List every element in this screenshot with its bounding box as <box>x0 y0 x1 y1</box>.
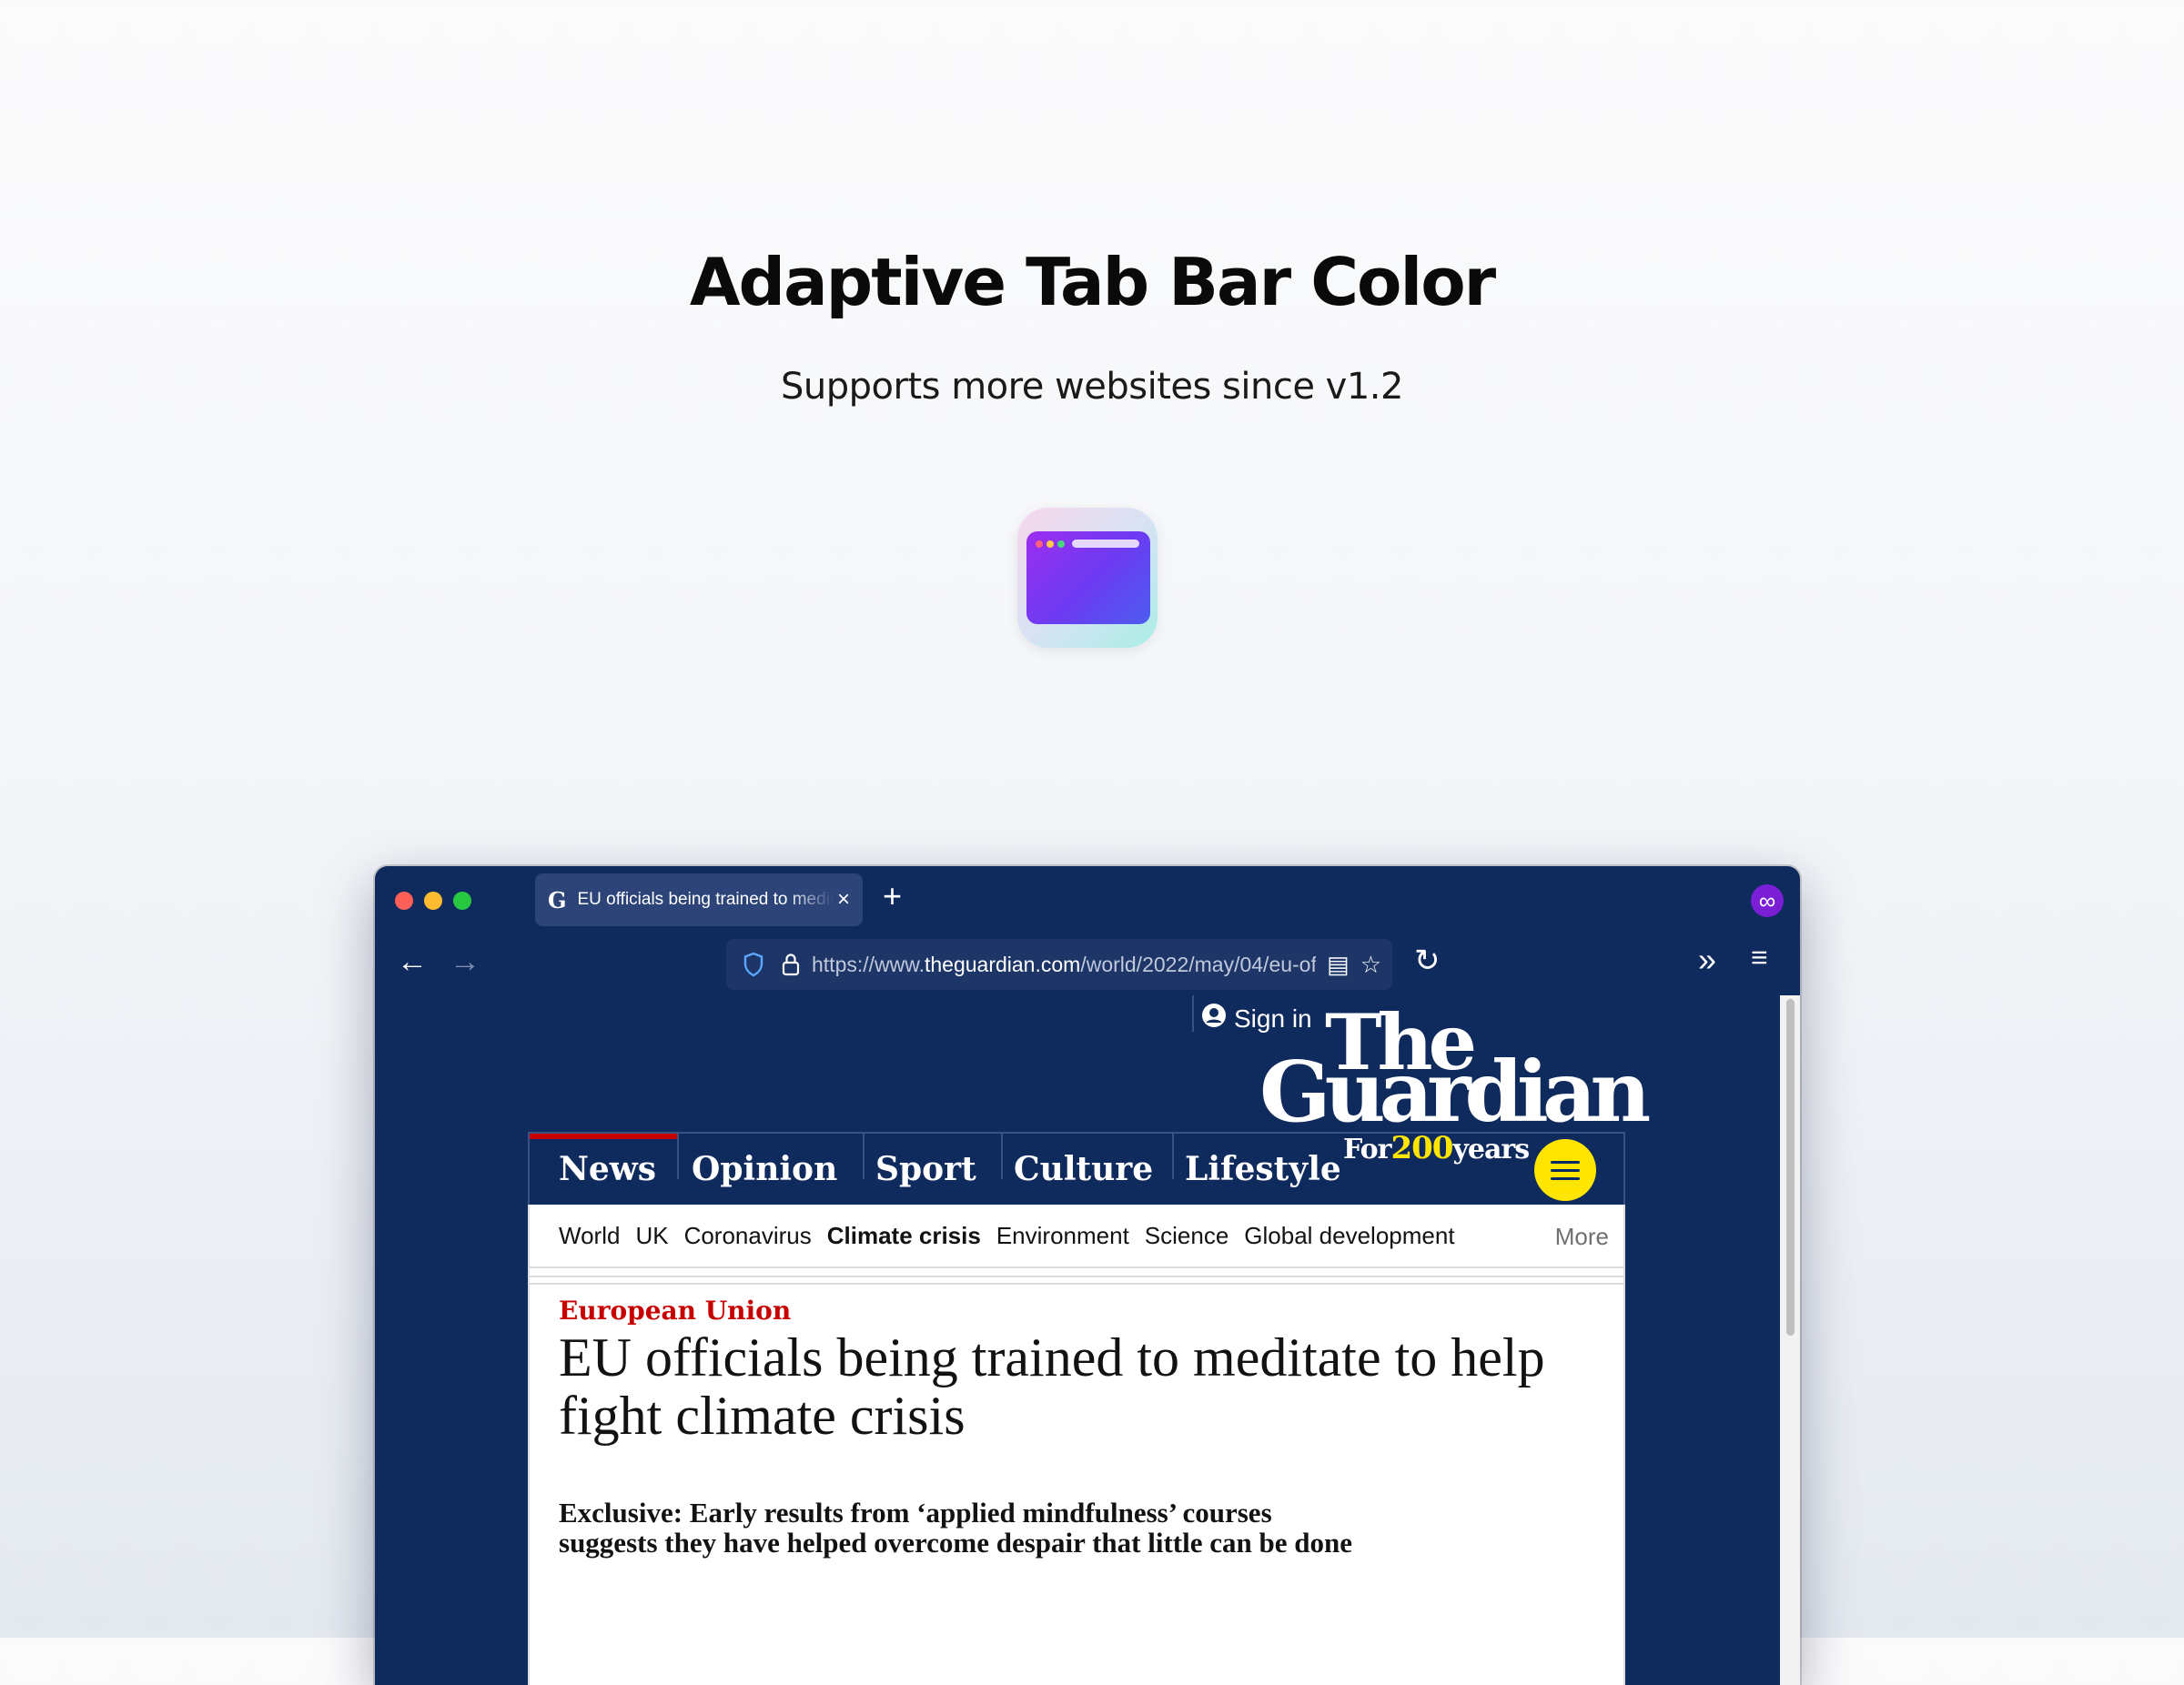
nav-opinion[interactable]: Opinion <box>692 1134 837 1205</box>
new-tab-button[interactable]: + <box>883 877 902 915</box>
subnav-climate-crisis[interactable]: Climate crisis <box>827 1222 981 1250</box>
nav-lifestyle[interactable]: Lifestyle <box>1185 1134 1341 1205</box>
close-window-button[interactable] <box>395 892 413 910</box>
nav-separator <box>677 1134 679 1179</box>
subnav-more[interactable]: More <box>1555 1223 1609 1251</box>
subnav-science[interactable]: Science <box>1145 1222 1229 1250</box>
nav-separator <box>1001 1134 1003 1179</box>
sub-nav: World UK Coronavirus Climate crisis Envi… <box>530 1205 1623 1268</box>
subnav-environment[interactable]: Environment <box>996 1222 1129 1250</box>
guardian-favicon-icon: G <box>548 886 567 913</box>
close-tab-icon[interactable]: × <box>837 887 850 913</box>
lock-icon[interactable] <box>781 952 801 977</box>
forward-button[interactable]: → <box>450 944 480 980</box>
pillar-nav: News Opinion Sport Culture Lifestyle <box>528 1132 1625 1205</box>
url-path: /world/2022/may/04/eu-officials-trained-… <box>1080 952 1317 976</box>
app-icon-dot-red <box>1036 540 1043 548</box>
guardian-menu-button[interactable] <box>1534 1139 1596 1201</box>
user-icon <box>1201 1003 1227 1034</box>
url-prefix: https://www. <box>812 952 925 976</box>
divider <box>530 1276 1623 1277</box>
article-content: World UK Coronavirus Climate crisis Envi… <box>528 1205 1625 1685</box>
nav-separator <box>1172 1134 1174 1179</box>
minimize-window-button[interactable] <box>424 892 442 910</box>
scrollbar-thumb[interactable] <box>1786 999 1795 1336</box>
promo-subtitle: Supports more websites since v1.2 <box>781 366 1403 408</box>
promo-title: Adaptive Tab Bar Color <box>689 244 1496 320</box>
burger-line <box>1551 1176 1580 1180</box>
article-kicker[interactable]: European Union <box>559 1296 791 1326</box>
nav-sport[interactable]: Sport <box>875 1134 976 1205</box>
url-domain: theguardian.com <box>924 952 1081 976</box>
zoom-window-button[interactable] <box>453 892 471 910</box>
app-icon-address-bar <box>1072 540 1139 548</box>
url-text[interactable]: https://www.theguardian.com/world/2022/m… <box>812 953 1316 977</box>
nav-separator <box>863 1134 864 1179</box>
back-button[interactable]: ← <box>397 944 428 980</box>
extension-icon[interactable]: ∞ <box>1751 884 1784 917</box>
tab-title: EU officials being trained to meditate <box>577 890 834 909</box>
url-bar[interactable]: https://www.theguardian.com/world/2022/m… <box>726 939 1392 990</box>
app-icon-dot-green <box>1057 540 1065 548</box>
hamburger-menu-icon[interactable]: ≡ <box>1751 941 1768 974</box>
page-scrollbar[interactable] <box>1780 995 1800 1685</box>
shield-icon[interactable] <box>743 952 764 977</box>
app-icon <box>1017 508 1158 648</box>
guardian-logo-guardian[interactable]: Guardian <box>1259 1050 1651 1134</box>
article-headline: EU officials being trained to meditate t… <box>559 1327 1545 1446</box>
overflow-chevron-icon[interactable]: » <box>1698 941 1716 979</box>
active-tab[interactable]: G EU officials being trained to meditate… <box>535 873 863 926</box>
reload-icon[interactable]: ↻ <box>1414 943 1441 979</box>
burger-line <box>1551 1168 1580 1172</box>
sign-in-link[interactable]: Sign in <box>1201 1003 1312 1034</box>
sign-in-label: Sign in <box>1234 1004 1312 1033</box>
subnav-coronavirus[interactable]: Coronavirus <box>684 1222 812 1250</box>
subnav-global-development[interactable]: Global development <box>1244 1222 1454 1250</box>
nav-culture[interactable]: Culture <box>1014 1134 1153 1205</box>
signin-divider <box>1192 995 1194 1032</box>
app-icon-screen <box>1026 531 1150 624</box>
burger-line <box>1551 1160 1580 1164</box>
subnav-world[interactable]: World <box>559 1222 620 1250</box>
bookmark-star-icon[interactable]: ☆ <box>1360 951 1381 979</box>
reader-view-icon[interactable]: ▤ <box>1327 951 1350 979</box>
web-page: Sign in The Guardian For200years News Op… <box>375 995 1780 1685</box>
app-icon-dot-yellow <box>1046 540 1054 548</box>
divider <box>530 1283 1623 1285</box>
browser-window: G EU officials being trained to meditate… <box>375 866 1800 1685</box>
nav-news[interactable]: News <box>559 1134 656 1205</box>
subnav-uk[interactable]: UK <box>635 1222 668 1250</box>
article-standfirst: Exclusive: Early results from ‘applied m… <box>559 1497 1352 1559</box>
